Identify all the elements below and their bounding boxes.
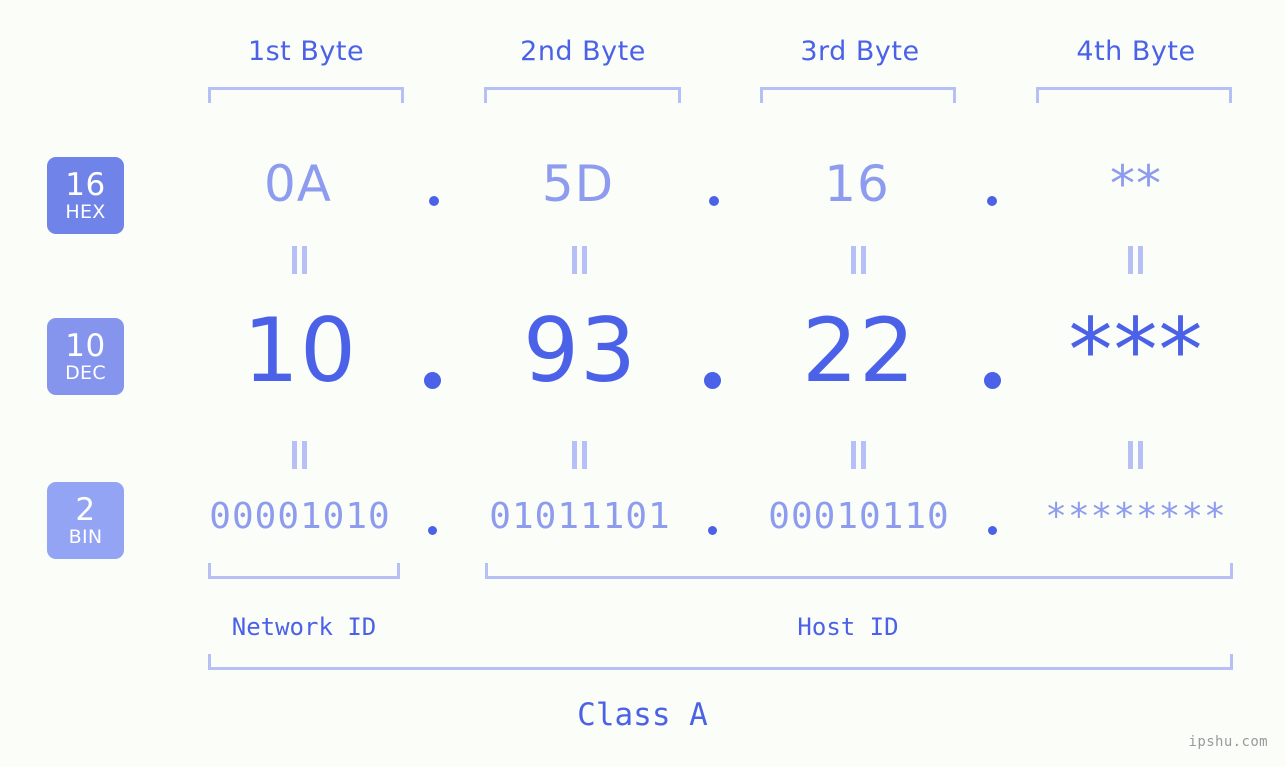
dec-value-byte-2: 93 [523, 299, 637, 402]
equals-mark-hex-dec-1 [292, 246, 307, 274]
equals-mark-bar [861, 246, 866, 274]
byte-bracket-3 [760, 87, 956, 103]
base-badge-bin-label: BIN [68, 525, 103, 548]
hex-separator-dot-1 [429, 196, 439, 206]
class-bracket [208, 654, 1233, 670]
byte-bracket-1 [208, 87, 404, 103]
host-id-label: Host ID [797, 613, 899, 641]
bin-value-byte-3: 00010110 [768, 496, 950, 537]
base-badge-hex-number: 16 [65, 166, 106, 203]
equals-mark-bar [582, 246, 587, 274]
base-badge-hex-label: HEX [65, 200, 106, 223]
equals-mark-bar [302, 441, 307, 469]
hex-separator-dot-3 [987, 196, 997, 206]
host-id-bracket [485, 563, 1233, 579]
equals-mark-hex-dec-2 [572, 246, 587, 274]
equals-mark-dec-bin-1 [292, 441, 307, 469]
base-badge-dec[interactable]: 10 DEC [47, 318, 124, 395]
dec-separator-dot-1 [424, 372, 441, 389]
dec-value-byte-1: 10 [243, 299, 357, 402]
hex-value-byte-2: 5D [541, 155, 615, 213]
bin-separator-dot-2 [708, 526, 717, 535]
equals-mark-hex-dec-4 [1128, 246, 1143, 274]
byte-bracket-2 [484, 87, 681, 103]
byte-header-1: 1st Byte [247, 36, 365, 67]
equals-mark-bar [572, 246, 577, 274]
equals-mark-bar [572, 441, 577, 469]
equals-mark-bar [851, 246, 856, 274]
equals-mark-bar [302, 246, 307, 274]
bin-separator-dot-1 [428, 526, 437, 535]
byte-header-2: 2nd Byte [520, 36, 646, 67]
class-label: Class A [577, 697, 708, 733]
base-badge-bin-number: 2 [75, 491, 96, 528]
hex-separator-dot-2 [709, 196, 719, 206]
site-watermark: ipshu.com [1188, 734, 1268, 750]
hex-value-byte-3: 16 [824, 155, 890, 213]
equals-mark-bar [582, 441, 587, 469]
hex-value-byte-1: 0A [263, 155, 332, 213]
bin-separator-dot-3 [988, 526, 997, 535]
equals-mark-dec-bin-4 [1128, 441, 1143, 469]
bin-value-byte-4: ******** [1045, 496, 1227, 537]
equals-mark-bar [851, 441, 856, 469]
ip-breakdown-diagram: 1st Byte 2nd Byte 3rd Byte 4th Byte 16 H… [0, 0, 1285, 767]
dec-separator-dot-2 [704, 372, 721, 389]
base-badge-bin[interactable]: 2 BIN [47, 482, 124, 559]
hex-value-byte-4: ** [1110, 155, 1162, 213]
bin-value-byte-2: 01011101 [489, 496, 671, 537]
equals-mark-dec-bin-3 [851, 441, 866, 469]
byte-header-4: 4th Byte [1076, 36, 1196, 67]
dec-separator-dot-3 [984, 372, 1001, 389]
byte-header-3: 3rd Byte [800, 36, 920, 67]
base-badge-hex[interactable]: 16 HEX [47, 157, 124, 234]
equals-mark-hex-dec-3 [851, 246, 866, 274]
equals-mark-bar [1138, 246, 1143, 274]
dec-value-byte-4: *** [1068, 299, 1204, 402]
network-id-label: Network ID [231, 613, 377, 641]
equals-mark-dec-bin-2 [572, 441, 587, 469]
base-badge-dec-number: 10 [65, 327, 106, 364]
bin-value-byte-1: 00001010 [209, 496, 391, 537]
dec-value-byte-3: 22 [802, 299, 916, 402]
equals-mark-bar [1128, 441, 1133, 469]
network-id-bracket [208, 563, 400, 579]
equals-mark-bar [1138, 441, 1143, 469]
base-badge-dec-label: DEC [65, 361, 106, 384]
equals-mark-bar [861, 441, 866, 469]
byte-bracket-4 [1036, 87, 1232, 103]
equals-mark-bar [1128, 246, 1133, 274]
equals-mark-bar [292, 246, 297, 274]
equals-mark-bar [292, 441, 297, 469]
